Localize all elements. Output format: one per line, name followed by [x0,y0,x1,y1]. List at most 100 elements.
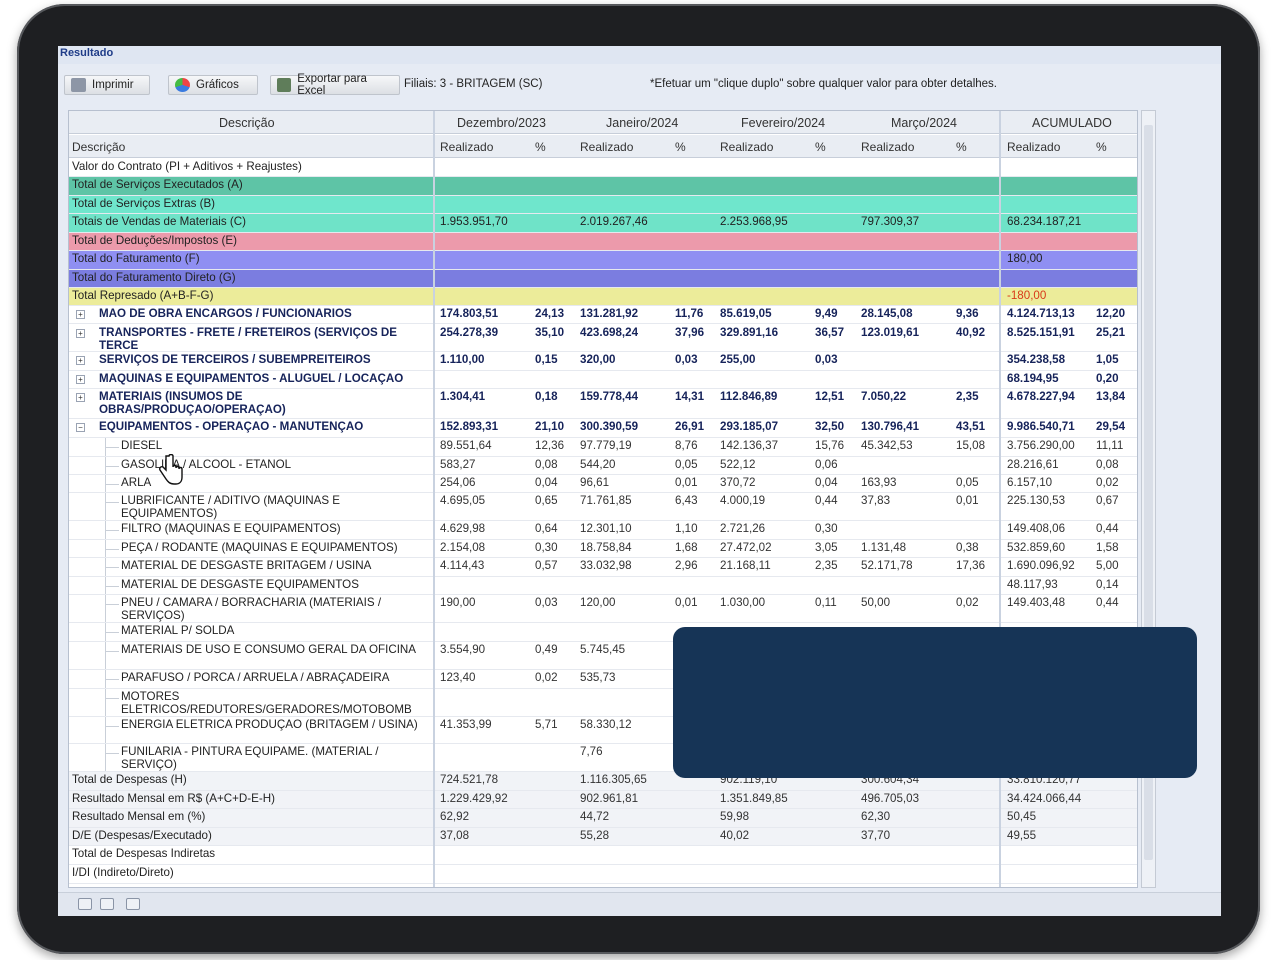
percent-value[interactable]: 26,91 [675,420,704,433]
detail-row[interactable]: GASOLINA / ALCOOL - ETANOL 583,27 0,08 544,… [69,457,1137,475]
realized-value[interactable]: 27.472,02 [720,541,772,554]
percent-value[interactable]: 1,68 [675,541,698,554]
percent-value[interactable]: 0,06 [815,458,838,471]
group-row[interactable]: − EQUIPAMENTOS - OPERAÇAO - MANUTENÇAO 152… [69,419,1137,438]
realized-value[interactable]: 37,08 [440,829,469,842]
realized-value[interactable]: 44,72 [580,810,609,823]
collapse-toggle[interactable]: − [76,423,85,432]
percent-value[interactable]: 0,64 [535,522,558,535]
percent-value[interactable]: 8,76 [675,439,698,452]
realized-value[interactable]: 62,92 [440,810,469,823]
realized-value[interactable]: 4.124.713,13 [1007,307,1075,320]
table-row[interactable]: I/DI (Indireto/Direto) [69,865,1137,884]
realized-value[interactable]: 120,00 [580,596,615,609]
realized-value[interactable]: 1.953.951,70 [440,215,508,228]
percent-value[interactable]: 35,10 [535,326,564,339]
realized-value[interactable]: 583,27 [440,458,475,471]
percent-value[interactable]: 0,05 [675,458,698,471]
percent-value[interactable]: 0,11 [815,596,837,609]
percent-value[interactable]: 1,05 [1096,353,1119,366]
table-row[interactable]: Total do Faturamento (F) 180,00 [69,251,1137,270]
realized-value[interactable]: 3.756.290,00 [1007,439,1075,452]
percent-value[interactable]: 0,14 [1096,578,1119,591]
table-row[interactable]: D/E (Despesas/Executado) 37,08 55,28 40,02 3… [69,828,1137,846]
group-row[interactable]: + MATERIAIS (INSUMOS DE OBRAS/PRODUÇAO/OP… [69,389,1137,419]
detail-row[interactable]: DIESEL 89.551,64 12,36 97.779,19 8,76 142.136… [69,438,1137,457]
realized-value[interactable]: 300.390,59 [580,420,638,433]
realized-value[interactable]: -180,00 [1007,289,1046,302]
realized-value[interactable]: 123.019,61 [861,326,919,339]
realized-value[interactable]: 254,06 [440,476,475,489]
percent-value[interactable]: 0,01 [675,476,698,489]
percent-value[interactable]: 0,04 [535,476,558,489]
group-row[interactable]: + TRANSPORTES - FRETE / FRETEIROS (SERVIÇ… [69,325,1137,352]
realized-value[interactable]: 9.986.540,71 [1007,420,1075,433]
percent-value[interactable]: 0,02 [1096,476,1119,489]
percent-value[interactable]: 9,49 [815,307,838,320]
open-folder-icon[interactable] [100,898,114,910]
expand-toggle[interactable]: + [76,329,85,338]
expand-toggle[interactable]: + [76,375,85,384]
percent-value[interactable]: 25,21 [1096,326,1125,339]
percent-value[interactable]: 0,44 [815,494,838,507]
realized-value[interactable]: 354.238,58 [1007,353,1065,366]
percent-value[interactable]: 40,92 [956,326,985,339]
detail-row[interactable]: MATERIAL DE DESGASTE BRITAGEM / USINA 4.1… [69,558,1137,577]
percent-value[interactable]: 0,30 [535,541,558,554]
realized-value[interactable]: 12.301,10 [580,522,632,535]
percent-value[interactable]: 0,01 [675,596,698,609]
table-row[interactable]: Resultado Mensal em (%) 62,92 44,72 59,98 62… [69,809,1137,828]
realized-value[interactable]: 68.194,95 [1007,372,1059,385]
percent-value[interactable]: 5,00 [1096,559,1119,572]
realized-value[interactable]: 532.859,60 [1007,541,1065,554]
percent-value[interactable]: 12,20 [1096,307,1125,320]
realized-value[interactable]: 130.796,41 [861,420,919,433]
percent-value[interactable]: 21,10 [535,420,564,433]
percent-value[interactable]: 37,96 [675,326,704,339]
realized-value[interactable]: 49,55 [1007,829,1036,842]
realized-value[interactable]: 1.131,48 [861,541,906,554]
percent-value[interactable]: 0,01 [956,494,979,507]
percent-value[interactable]: 13,84 [1096,390,1125,403]
table-row[interactable]: Total de Deduções/Impostos (E) [69,233,1137,251]
realized-value[interactable]: 4.629,98 [440,522,485,535]
realized-value[interactable]: 52.171,78 [861,559,913,572]
realized-value[interactable]: 28.216,61 [1007,458,1059,471]
realized-value[interactable]: 225.130,53 [1007,494,1065,507]
realized-value[interactable]: 163,93 [861,476,896,489]
realized-value[interactable]: 1.116.305,65 [580,773,647,786]
realized-value[interactable]: 535,73 [580,671,615,684]
realized-value[interactable]: 2.253.968,95 [720,215,788,228]
realized-value[interactable]: 48.117,93 [1007,578,1058,591]
realized-value[interactable]: 55,28 [580,829,609,842]
percent-value[interactable]: 11,11 [1096,439,1123,452]
realized-value[interactable]: 5.745,45 [580,643,625,656]
percent-value[interactable]: 0,02 [956,596,979,609]
detail-row[interactable]: LUBRIFICANTE / ADITIVO (MAQUINAS E EQUIP… [69,493,1137,521]
percent-value[interactable]: 0,44 [1096,522,1119,535]
branch-filter[interactable]: Filiais: 3 - BRITAGEM (SC) [404,78,542,90]
realized-value[interactable]: 6.157,10 [1007,476,1052,489]
percent-value[interactable]: 2,35 [956,390,979,403]
realized-value[interactable]: 152.893,31 [440,420,498,433]
percent-value[interactable]: 32,50 [815,420,844,433]
realized-value[interactable]: 1.030,00 [720,596,765,609]
realized-value[interactable]: 97.779,19 [580,439,632,452]
realized-value[interactable]: 1.304,41 [440,390,485,403]
realized-value[interactable]: 112.846,89 [720,390,777,403]
print-button[interactable]: Imprimir [64,75,150,95]
realized-value[interactable]: 149.403,48 [1007,596,1065,609]
percent-value[interactable]: 12,51 [815,390,844,403]
realized-value[interactable]: 85.619,05 [720,307,772,320]
percent-value[interactable]: 29,54 [1096,420,1125,433]
realized-value[interactable]: 4.114,43 [440,559,484,572]
percent-value[interactable]: 0,49 [535,643,558,656]
realized-value[interactable]: 37,83 [861,494,890,507]
realized-value[interactable]: 2.721,26 [720,522,765,535]
percent-value[interactable]: 12,36 [535,439,564,452]
realized-value[interactable]: 123,40 [440,671,475,684]
percent-value[interactable]: 0,03 [675,353,698,366]
realized-value[interactable]: 7,76 [580,745,603,758]
realized-value[interactable]: 34.424.066,44 [1007,792,1081,805]
realized-value[interactable]: 142.136,37 [720,439,778,452]
